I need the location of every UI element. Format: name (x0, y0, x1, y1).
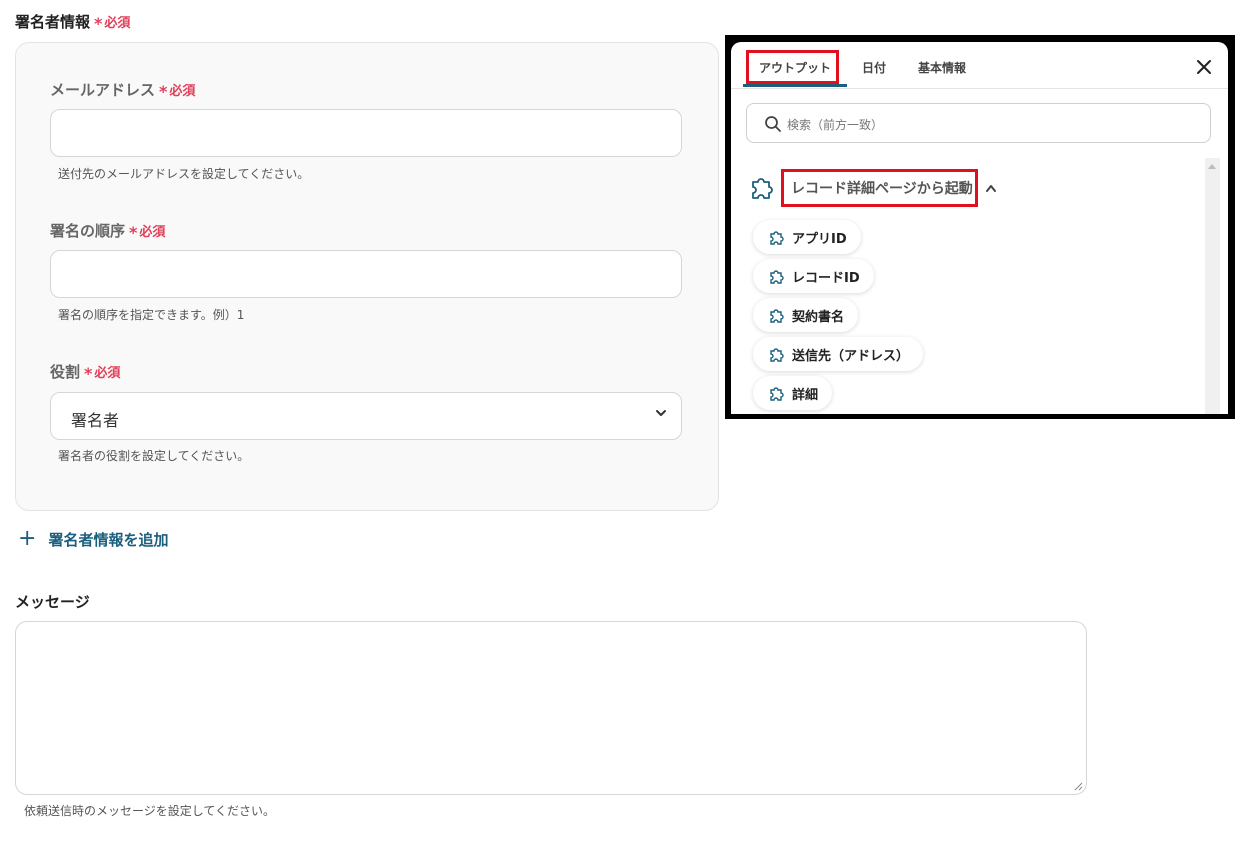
chip-label: アプリID (792, 231, 847, 247)
puzzle-icon (770, 309, 784, 323)
chevron-down-icon (656, 410, 666, 416)
email-label: メールアドレス * 必須 (50, 81, 196, 101)
role-label: 役割 * 必須 (50, 363, 121, 383)
output-chip-details[interactable]: 詳細 (753, 376, 833, 410)
required-badge: * 必須 (129, 223, 166, 242)
puzzle-icon (770, 270, 784, 284)
message-help: 依頼送信時のメッセージを設定してください。 (24, 804, 276, 818)
chip-label: 送信先（アドレス） (792, 348, 910, 364)
search-icon (765, 116, 781, 132)
role-select-value: 署名者 (71, 411, 120, 430)
resize-handle-icon[interactable] (1073, 781, 1083, 791)
plus-icon: + (18, 526, 37, 551)
scrollbar[interactable] (1205, 158, 1220, 414)
signer-section-title: 署名者情報 * 必須 (15, 11, 131, 33)
puzzle-icon (770, 387, 784, 401)
highlight-box-tab (746, 50, 839, 84)
message-section-title: メッセージ (15, 593, 90, 611)
signing-order-help: 署名の順序を指定できます。例）1 (58, 308, 245, 322)
role-help: 署名者の役割を設定してください。 (58, 449, 250, 463)
highlight-box-group (781, 169, 978, 207)
add-signer-button[interactable]: + 署名者情報を追加 (18, 528, 168, 550)
signing-order-field[interactable] (50, 250, 682, 298)
output-chip-app-id[interactable]: アプリID (753, 220, 861, 254)
required-badge: * 必須 (84, 364, 121, 383)
required-badge: * 必須 (94, 14, 131, 33)
chip-label: 詳細 (792, 387, 819, 403)
signing-order-label: 署名の順序 * 必須 (50, 222, 166, 242)
output-picker-popup: アウトプット 日付 基本情報 検索（前方一致） レコード詳細ページから起動 アプ… (731, 42, 1228, 414)
scroll-up-arrow[interactable] (1208, 164, 1216, 169)
output-chip-record-id[interactable]: レコードID (753, 259, 874, 293)
role-select[interactable]: 署名者 (50, 392, 682, 440)
puzzle-icon (770, 348, 784, 362)
puzzle-icon (752, 178, 773, 199)
email-field[interactable] (50, 109, 682, 157)
output-chip-recipient-address[interactable]: 送信先（アドレス） (753, 337, 924, 371)
chevron-up-icon[interactable] (985, 183, 997, 193)
search-placeholder: 検索（前方一致） (787, 118, 884, 132)
active-tab-indicator (743, 84, 847, 87)
signer-section-title-text: 署名者情報 (15, 13, 91, 31)
add-signer-label: 署名者情報を追加 (48, 530, 169, 549)
chip-label: レコードID (792, 270, 860, 286)
puzzle-icon (770, 231, 784, 245)
close-icon[interactable] (1196, 59, 1212, 75)
message-textarea[interactable] (15, 621, 1087, 795)
output-chip-contract-name[interactable]: 契約書名 (753, 298, 859, 332)
search-input[interactable]: 検索（前方一致） (746, 103, 1211, 143)
tab-date[interactable]: 日付 (862, 59, 886, 76)
chip-label: 契約書名 (792, 309, 845, 325)
required-badge: * 必須 (159, 82, 196, 101)
tab-basic-info[interactable]: 基本情報 (918, 59, 966, 76)
popup-tabs: アウトプット 日付 基本情報 (731, 42, 1228, 89)
email-help: 送付先のメールアドレスを設定してください。 (58, 167, 310, 181)
